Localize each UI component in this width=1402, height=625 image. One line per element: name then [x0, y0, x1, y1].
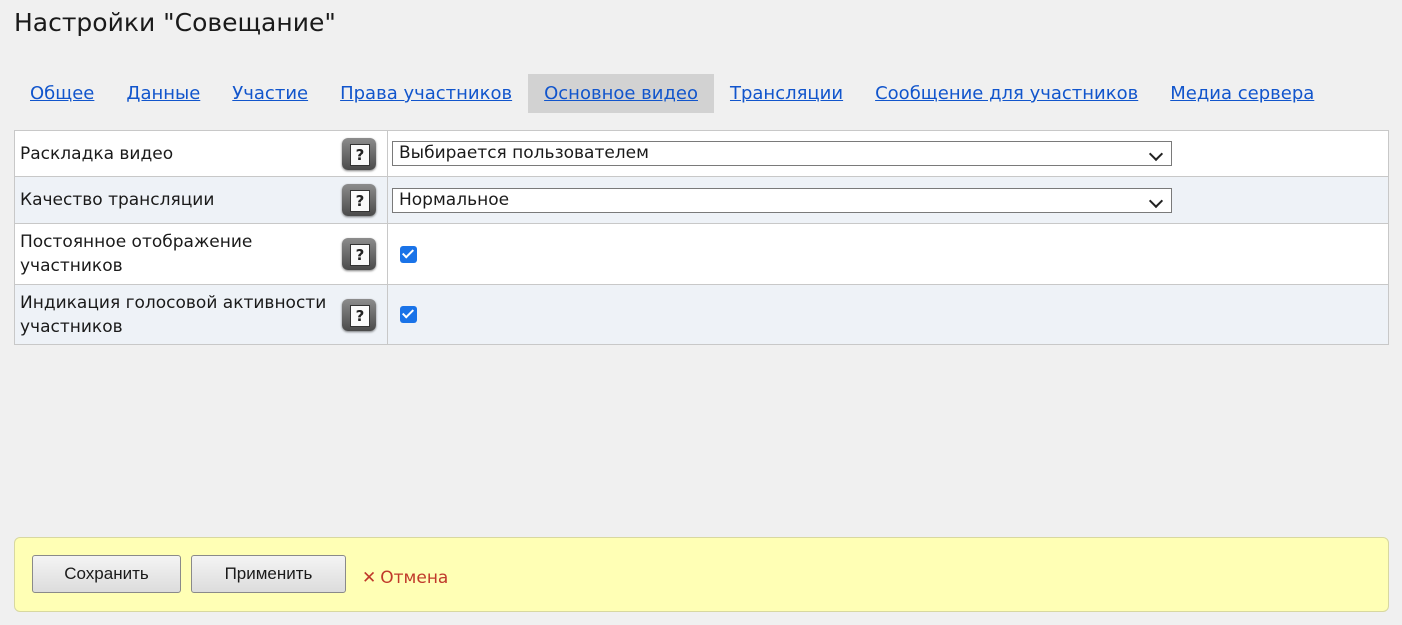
- setting-row-video-layout: Раскладка видео ? Выбирается пользовател…: [14, 130, 1389, 177]
- setting-label: Постоянное отображение участников: [14, 223, 342, 285]
- help-question-icon[interactable]: ?: [342, 137, 376, 170]
- tab-main-video[interactable]: Основное видео: [528, 74, 714, 113]
- close-icon: ✕: [362, 568, 377, 588]
- settings-table: Раскладка видео ? Выбирается пользовател…: [14, 130, 1389, 345]
- tab-participation[interactable]: Участие: [216, 74, 324, 113]
- setting-label: Индикация голосовой активности участнико…: [14, 284, 342, 345]
- select-value: Выбирается пользователем: [399, 143, 649, 163]
- tab-broadcasts[interactable]: Трансляции: [714, 74, 859, 113]
- permanent-display-checkbox[interactable]: [400, 245, 417, 263]
- video-layout-select[interactable]: Выбирается пользователем: [392, 141, 1172, 166]
- setting-row-permanent-display: Постоянное отображение участников ?: [14, 223, 1389, 285]
- tab-participant-rights[interactable]: Права участников: [324, 74, 528, 113]
- voice-activity-checkbox[interactable]: [400, 306, 417, 323]
- help-question-icon[interactable]: ?: [342, 298, 376, 331]
- action-footer: Сохранить Применить ✕ Отмена: [14, 537, 1389, 612]
- apply-button[interactable]: Применить: [191, 555, 346, 593]
- setting-label: Качество трансляции: [14, 176, 342, 224]
- tab-participant-message[interactable]: Сообщение для участников: [859, 74, 1154, 113]
- broadcast-quality-select[interactable]: Нормальное: [392, 187, 1172, 213]
- tab-bar: Общее Данные Участие Права участников Ос…: [14, 74, 1330, 113]
- help-question-icon[interactable]: ?: [342, 184, 376, 216]
- chevron-down-icon: [1148, 146, 1164, 162]
- setting-row-voice-activity: Индикация голосовой активности участнико…: [14, 284, 1389, 345]
- select-value: Нормальное: [399, 189, 510, 210]
- tab-data[interactable]: Данные: [110, 74, 216, 113]
- cancel-label: Отмена: [380, 568, 449, 588]
- help-question-icon[interactable]: ?: [342, 238, 376, 270]
- cancel-link[interactable]: ✕ Отмена: [362, 568, 448, 588]
- tab-media-servers[interactable]: Медиа сервера: [1154, 74, 1330, 113]
- tab-general[interactable]: Общее: [14, 74, 110, 113]
- page-title: Настройки "Совещание": [14, 8, 336, 37]
- setting-label: Раскладка видео: [14, 130, 342, 177]
- setting-row-broadcast-quality: Качество трансляции ? Нормальное: [14, 176, 1389, 224]
- save-button[interactable]: Сохранить: [32, 555, 181, 593]
- chevron-down-icon: [1148, 193, 1164, 208]
